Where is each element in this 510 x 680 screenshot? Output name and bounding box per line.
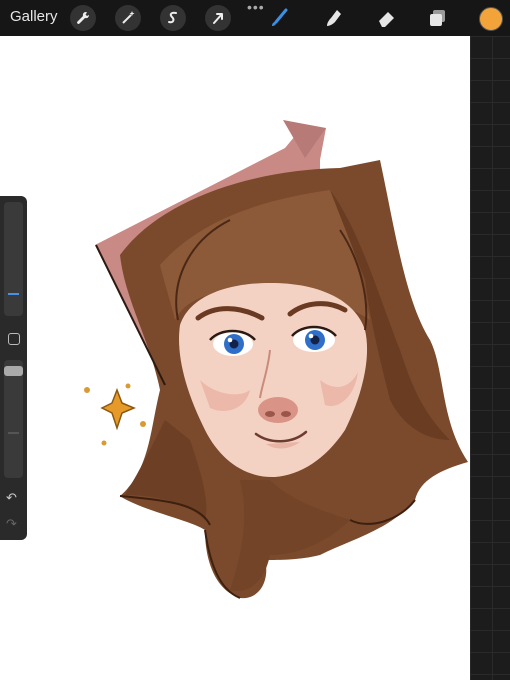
redo-button[interactable]: ↷ bbox=[6, 516, 17, 532]
drawing-canvas[interactable] bbox=[0, 36, 470, 680]
color-picker-button[interactable] bbox=[479, 7, 503, 31]
opacity-thumb[interactable] bbox=[4, 366, 23, 376]
adjustments-button[interactable] bbox=[115, 5, 141, 31]
selection-button[interactable] bbox=[160, 5, 186, 31]
wrench-icon bbox=[77, 11, 90, 24]
layers-button[interactable] bbox=[425, 5, 451, 31]
left-sidebar: ↶ ↷ bbox=[0, 196, 27, 540]
actions-button[interactable] bbox=[70, 5, 96, 31]
gallery-button[interactable]: Gallery bbox=[10, 8, 58, 25]
brush-icon bbox=[272, 8, 288, 26]
portrait-artwork bbox=[84, 120, 468, 599]
canvas-gutter bbox=[470, 36, 510, 680]
eraser-button[interactable] bbox=[374, 5, 400, 31]
top-toolbar: Gallery ••• bbox=[0, 0, 510, 36]
smudge-button[interactable] bbox=[321, 5, 347, 31]
magic-wand-icon bbox=[122, 11, 135, 24]
more-options[interactable]: ••• bbox=[247, 0, 265, 15]
brush-size-slider[interactable] bbox=[4, 202, 23, 316]
transform-arrow-icon bbox=[213, 13, 223, 24]
eraser-icon bbox=[379, 12, 394, 27]
transform-button[interactable] bbox=[205, 5, 231, 31]
layers-icon bbox=[430, 10, 445, 26]
smudge-icon bbox=[327, 10, 341, 26]
selection-icon bbox=[168, 11, 177, 24]
brush-size-thumb[interactable] bbox=[6, 291, 21, 297]
brush-button[interactable] bbox=[266, 5, 292, 31]
undo-button[interactable]: ↶ bbox=[6, 490, 17, 506]
opacity-mark bbox=[8, 432, 19, 434]
opacity-slider[interactable] bbox=[4, 360, 23, 478]
modify-button[interactable] bbox=[8, 333, 20, 345]
